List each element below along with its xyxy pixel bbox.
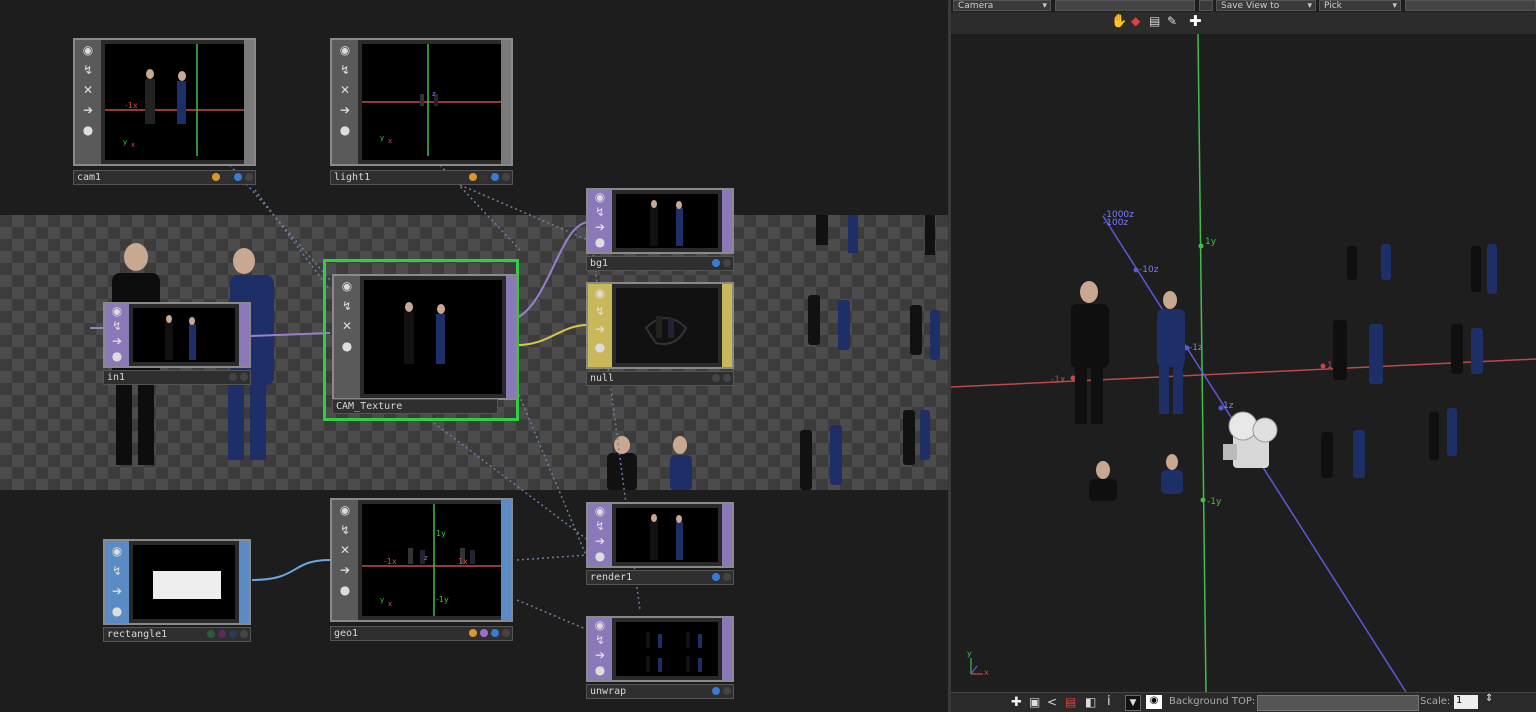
node-rectangle1[interactable]: ◉ ↯ ➔ ● rectangle1 xyxy=(103,539,251,642)
grid-icon[interactable]: ▤ xyxy=(1065,695,1076,709)
save-icon[interactable] xyxy=(1199,0,1213,11)
svg-text:-1z: -1z xyxy=(1189,343,1203,353)
node-bg1[interactable]: ◉ ↯ ➔ ● bg1 xyxy=(586,188,734,271)
snapshot-icon[interactable]: ◉ xyxy=(1146,695,1162,709)
svg-text:y: y xyxy=(380,134,384,142)
display-icon[interactable]: ➔ xyxy=(332,100,358,120)
background-top-label: Background TOP: xyxy=(1169,696,1256,707)
svg-text:-1x: -1x xyxy=(125,101,138,110)
viewer-toggle-icon[interactable]: ◉ xyxy=(75,40,101,60)
node-label[interactable]: render1 xyxy=(586,570,734,585)
background-top-field[interactable] xyxy=(1257,695,1419,711)
svg-text:z: z xyxy=(424,554,428,562)
save-view-dropdown[interactable]: Save View to ▾ xyxy=(1216,0,1316,11)
in1-preview xyxy=(133,308,235,362)
filter-icon[interactable]: ▼ xyxy=(1125,695,1141,711)
viewer-bottom-bar: ✚ ▣ < ▤ ◧ i ▼ ◉ Background TOP: Scale: 1… xyxy=(951,692,1536,712)
cam1-preview: -1x y x xyxy=(105,44,244,156)
display-icon[interactable]: ➔ xyxy=(75,100,101,120)
svg-text:x: x xyxy=(131,141,135,149)
node-in1[interactable]: ◉ ↯ ➔ ● in1 xyxy=(103,302,251,385)
node-light1[interactable]: ◉ ↯ ✕ ➔ ● z y x light1 xyxy=(330,38,513,186)
lock-icon[interactable]: ● xyxy=(75,120,101,140)
cook-icon[interactable]: ↯ xyxy=(75,60,101,80)
viewer-toolbar: ✋ ◆ ▤ ✎ ✚ xyxy=(951,12,1536,34)
svg-text:1x: 1x xyxy=(458,557,468,566)
svg-text:1z: 1z xyxy=(1223,401,1234,411)
node-geo1[interactable]: ◉ ↯ ✕ ➔ ● 1y -1y -1x 1x z y x geo1 xyxy=(330,498,513,642)
node-label[interactable]: null xyxy=(586,371,734,386)
cam-texture-preview xyxy=(364,280,502,394)
camera-field[interactable] xyxy=(1055,0,1195,11)
pencil-icon[interactable]: ✎ xyxy=(1167,14,1177,28)
svg-text:-1x: -1x xyxy=(384,557,397,566)
3d-viewer[interactable]: Camera ▾ Save View to ▾ Pick ▾ ✋ ◆ ▤ ✎ ✚ 1y… xyxy=(951,0,1536,712)
svg-text:y: y xyxy=(123,138,127,146)
add-icon[interactable]: ✚ xyxy=(1189,12,1202,30)
svg-text:-1y: -1y xyxy=(1207,497,1222,507)
add-icon[interactable]: ✚ xyxy=(1011,695,1022,710)
node-cam1[interactable]: ◉ ↯ ✕ ➔ ● -1x y x cam1 xyxy=(73,38,256,186)
share-icon[interactable]: < xyxy=(1047,695,1057,709)
bypass-icon[interactable]: ✕ xyxy=(332,80,358,100)
info-icon[interactable]: i xyxy=(1107,694,1111,709)
lock-icon[interactable]: ● xyxy=(332,120,358,140)
geo1-preview: 1y -1y -1x 1x z y x xyxy=(362,504,501,616)
camera-icon[interactable]: ▣ xyxy=(1029,695,1040,709)
svg-text:-1y: -1y xyxy=(436,595,449,604)
node-label[interactable]: unwrap xyxy=(586,684,734,699)
light1-preview: z y x xyxy=(362,44,501,156)
node-label[interactable]: rectangle1 xyxy=(103,627,251,642)
node-null[interactable]: ◉ ↯ ➔ ● null xyxy=(586,282,734,386)
scale-field[interactable]: 1 xyxy=(1454,695,1478,709)
camera-dropdown[interactable]: Camera ▾ xyxy=(953,0,1051,11)
cube-icon[interactable]: ◧ xyxy=(1085,695,1096,709)
pick-dropdown[interactable]: Pick ▾ xyxy=(1319,0,1401,11)
svg-text:x: x xyxy=(388,600,392,608)
node-label[interactable]: in1 xyxy=(103,370,251,385)
select-icon[interactable]: ◆ xyxy=(1131,14,1140,28)
node-label[interactable]: light1 xyxy=(330,170,513,185)
node-render1[interactable]: ◉ ↯ ➔ ● render1 xyxy=(586,502,734,585)
svg-text:-10z: -10z xyxy=(1139,265,1159,275)
svg-text:1y: 1y xyxy=(1205,237,1217,247)
svg-text:y: y xyxy=(380,596,384,604)
hand-icon[interactable]: ✋ xyxy=(1111,14,1127,29)
node-label[interactable]: bg1 xyxy=(586,256,734,271)
viewport-scene: 1y -1y -1x 1x -1000z -100z -10z -1z 1z y… xyxy=(951,34,1536,694)
node-label[interactable]: cam1 xyxy=(73,170,256,185)
node-label[interactable]: geo1 xyxy=(330,626,513,641)
scale-label: Scale: xyxy=(1420,696,1451,707)
node-cam-texture[interactable]: ◉ ↯ ✕ ● CAM_Texture xyxy=(323,259,519,421)
pick-field[interactable] xyxy=(1405,0,1536,11)
svg-text:x: x xyxy=(984,668,989,677)
unwrap-preview xyxy=(616,622,718,676)
viewer-toggle-icon[interactable]: ◉ xyxy=(332,40,358,60)
network-editor[interactable]: ◉ ↯ ✕ ➔ ● -1x y x cam1 ◉ ↯ ✕ ➔ ● z y x l… xyxy=(0,0,948,712)
svg-text:y: y xyxy=(967,649,972,658)
null-preview xyxy=(616,288,718,363)
node-unwrap[interactable]: ◉ ↯ ➔ ● unwrap xyxy=(586,616,734,699)
bypass-icon[interactable]: ✕ xyxy=(75,80,101,100)
cook-icon[interactable]: ↯ xyxy=(332,60,358,80)
svg-text:1y: 1y xyxy=(436,529,446,538)
node-label[interactable]: CAM_Texture xyxy=(332,399,498,414)
svg-text:-1x: -1x xyxy=(1051,375,1066,385)
render1-preview xyxy=(616,508,718,562)
bg1-preview xyxy=(616,194,718,248)
scale-stepper-icon[interactable]: ⇕ xyxy=(1485,693,1493,704)
svg-text:z: z xyxy=(432,90,436,98)
svg-text:-100z: -100z xyxy=(1103,218,1128,228)
svg-text:x: x xyxy=(388,137,392,145)
rectangle1-preview xyxy=(133,545,235,619)
grid-icon[interactable]: ▤ xyxy=(1149,14,1160,28)
camera-gizmo-icon[interactable] xyxy=(1223,411,1278,468)
